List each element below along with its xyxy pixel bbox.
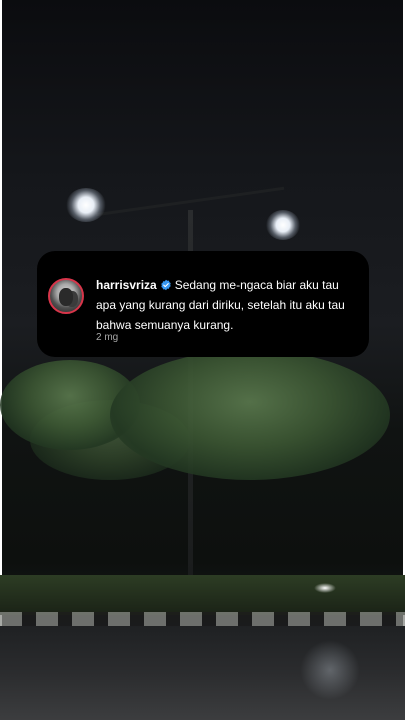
car-headlight	[314, 583, 336, 593]
avatar[interactable]	[48, 278, 84, 314]
comment-timestamp: 2 mg	[96, 332, 119, 343]
comment-card[interactable]: harrisvriza Sedang me-ngaca biar aku tau …	[37, 251, 369, 357]
road-reflection	[300, 640, 360, 700]
street-lamp-right	[266, 210, 300, 240]
comment-username[interactable]: harrisvriza	[96, 278, 157, 292]
road-curb	[0, 612, 405, 626]
background-photo: harrisvriza Sedang me-ngaca biar aku tau …	[0, 0, 405, 720]
comment-body: harrisvriza Sedang me-ngaca biar aku tau …	[96, 275, 358, 335]
tree-foliage	[110, 350, 390, 480]
roadside-shrubs	[0, 575, 405, 615]
verified-badge-icon	[161, 279, 171, 291]
street-lamp-left	[66, 188, 106, 222]
